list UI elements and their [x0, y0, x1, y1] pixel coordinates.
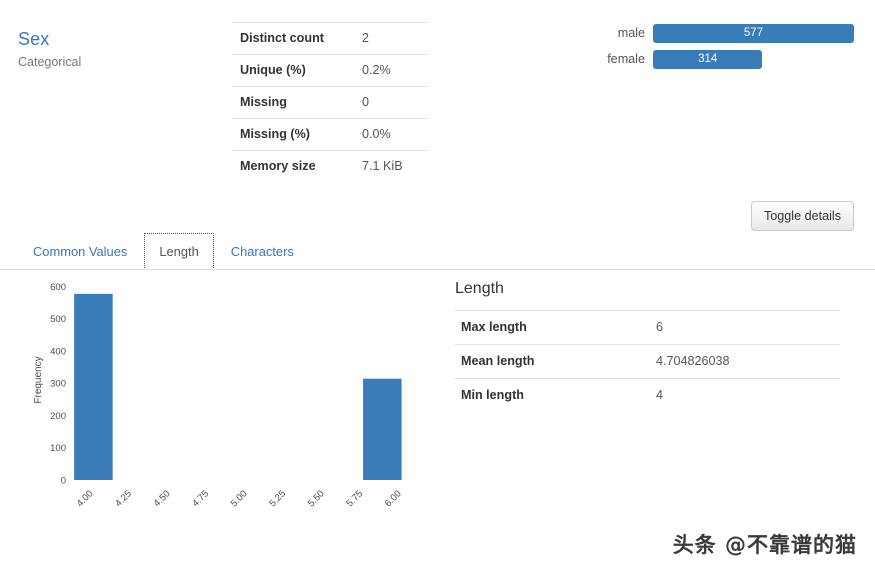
tab-length[interactable]: Length — [144, 233, 214, 270]
variable-report-page: Sex Categorical Distinct count 2 Unique (%… — [0, 0, 875, 569]
frequency-bar[interactable]: 314 — [653, 49, 763, 69]
stat-key: Distinct count — [240, 31, 324, 45]
x-axis-tick-label: 4.00 — [75, 488, 96, 509]
table-row: Max length 6 — [455, 310, 840, 345]
length-stat-value: 4.704826038 — [656, 354, 730, 368]
variable-header: Sex Categorical — [18, 28, 218, 70]
x-axis-tick-label: 5.75 — [344, 488, 365, 509]
watermark-text: 头条 @不靠谱的猫 — [672, 533, 857, 557]
statistics-table: Distinct count 2 Unique (%) 0.2% Missing 0 Mis… — [232, 22, 428, 182]
histogram-bar[interactable] — [363, 378, 402, 480]
histogram-svg: 0 100 200 300 400 500 600 Frequency 4.00 4.25 4.50… — [33, 282, 404, 509]
y-axis-title: Frequency — [33, 356, 44, 403]
length-stat-key: Mean length — [461, 354, 535, 368]
stat-value: 0.0% — [362, 127, 391, 141]
table-row: Unique (%) 0.2% — [232, 54, 428, 87]
y-axis-tick-label: 100 — [50, 443, 66, 454]
x-axis-tick-label: 5.00 — [229, 488, 250, 509]
histogram-bar[interactable] — [74, 293, 113, 480]
stat-value: 2 — [362, 31, 370, 45]
y-axis-tick-label: 600 — [50, 282, 66, 293]
x-axis-tick-label: 6.00 — [383, 488, 404, 509]
length-panel-title: Length — [455, 280, 504, 297]
variable-name[interactable]: Sex — [18, 28, 218, 50]
table-row: Memory size 7.1 KiB — [232, 150, 428, 183]
frequency-row: male 577 — [599, 22, 854, 44]
tab-common-values[interactable]: Common Values — [18, 233, 142, 270]
tab-characters[interactable]: Characters — [216, 233, 309, 270]
stat-key: Missing — [240, 95, 287, 109]
stat-key: Missing (%) — [240, 127, 310, 141]
frequency-bar[interactable]: 577 — [653, 23, 854, 43]
frequency-category-label: male — [617, 26, 645, 40]
frequency-row: female 314 — [599, 48, 854, 70]
y-axis-tick-label: 0 — [61, 476, 66, 487]
frequency-bar-track: 577 — [653, 23, 854, 43]
y-axis-tick-label: 200 — [50, 411, 66, 422]
y-axis-tick-label: 400 — [50, 346, 66, 357]
x-axis-tick-label: 5.25 — [267, 488, 288, 509]
y-axis-tick-label: 500 — [50, 314, 66, 325]
stat-value: 0.2% — [362, 63, 391, 77]
table-row: Mean length 4.704826038 — [455, 344, 840, 379]
length-stat-value: 4 — [656, 388, 664, 402]
frequency-bar-value: 577 — [743, 27, 764, 39]
length-stat-value: 6 — [656, 320, 664, 334]
stat-value: 0 — [362, 95, 370, 109]
length-histogram-chart: 0 100 200 300 400 500 600 Frequency 4.00 4.25 4.50… — [0, 272, 437, 537]
length-stat-key: Max length — [461, 320, 527, 334]
table-row: Distinct count 2 — [232, 22, 428, 55]
frequency-category-label: female — [607, 52, 645, 66]
table-row: Missing 0 — [232, 86, 428, 119]
x-axis-tick-label: 4.50 — [152, 488, 173, 509]
tab-bar-underline — [0, 269, 875, 270]
table-row: Min length 4 — [455, 378, 840, 413]
variable-type-label: Categorical — [18, 55, 82, 69]
length-table: Max length 6 Mean length 4.704826038 Min len… — [455, 310, 840, 412]
stat-key: Unique (%) — [240, 63, 306, 77]
x-axis-tick-label: 4.25 — [113, 488, 134, 509]
category-frequency-chart: male 577 female 314 — [599, 22, 854, 74]
frequency-bar-track: 314 — [653, 49, 854, 69]
table-row: Missing (%) 0.0% — [232, 118, 428, 151]
toggle-details-button[interactable]: Toggle details — [750, 201, 854, 231]
stat-value: 7.1 KiB — [362, 159, 403, 173]
stat-key: Memory size — [240, 159, 316, 173]
length-stat-key: Min length — [461, 388, 524, 402]
frequency-bar-value: 314 — [698, 53, 718, 65]
length-details-panel: Length Max length 6 Mean length 4.704826038… — [455, 278, 840, 412]
x-axis-tick-label: 4.75 — [190, 488, 211, 509]
tab-bar: Common Values Length Characters — [0, 233, 875, 270]
y-axis-tick-label: 300 — [50, 379, 66, 390]
x-axis-tick-label: 5.50 — [306, 488, 327, 509]
